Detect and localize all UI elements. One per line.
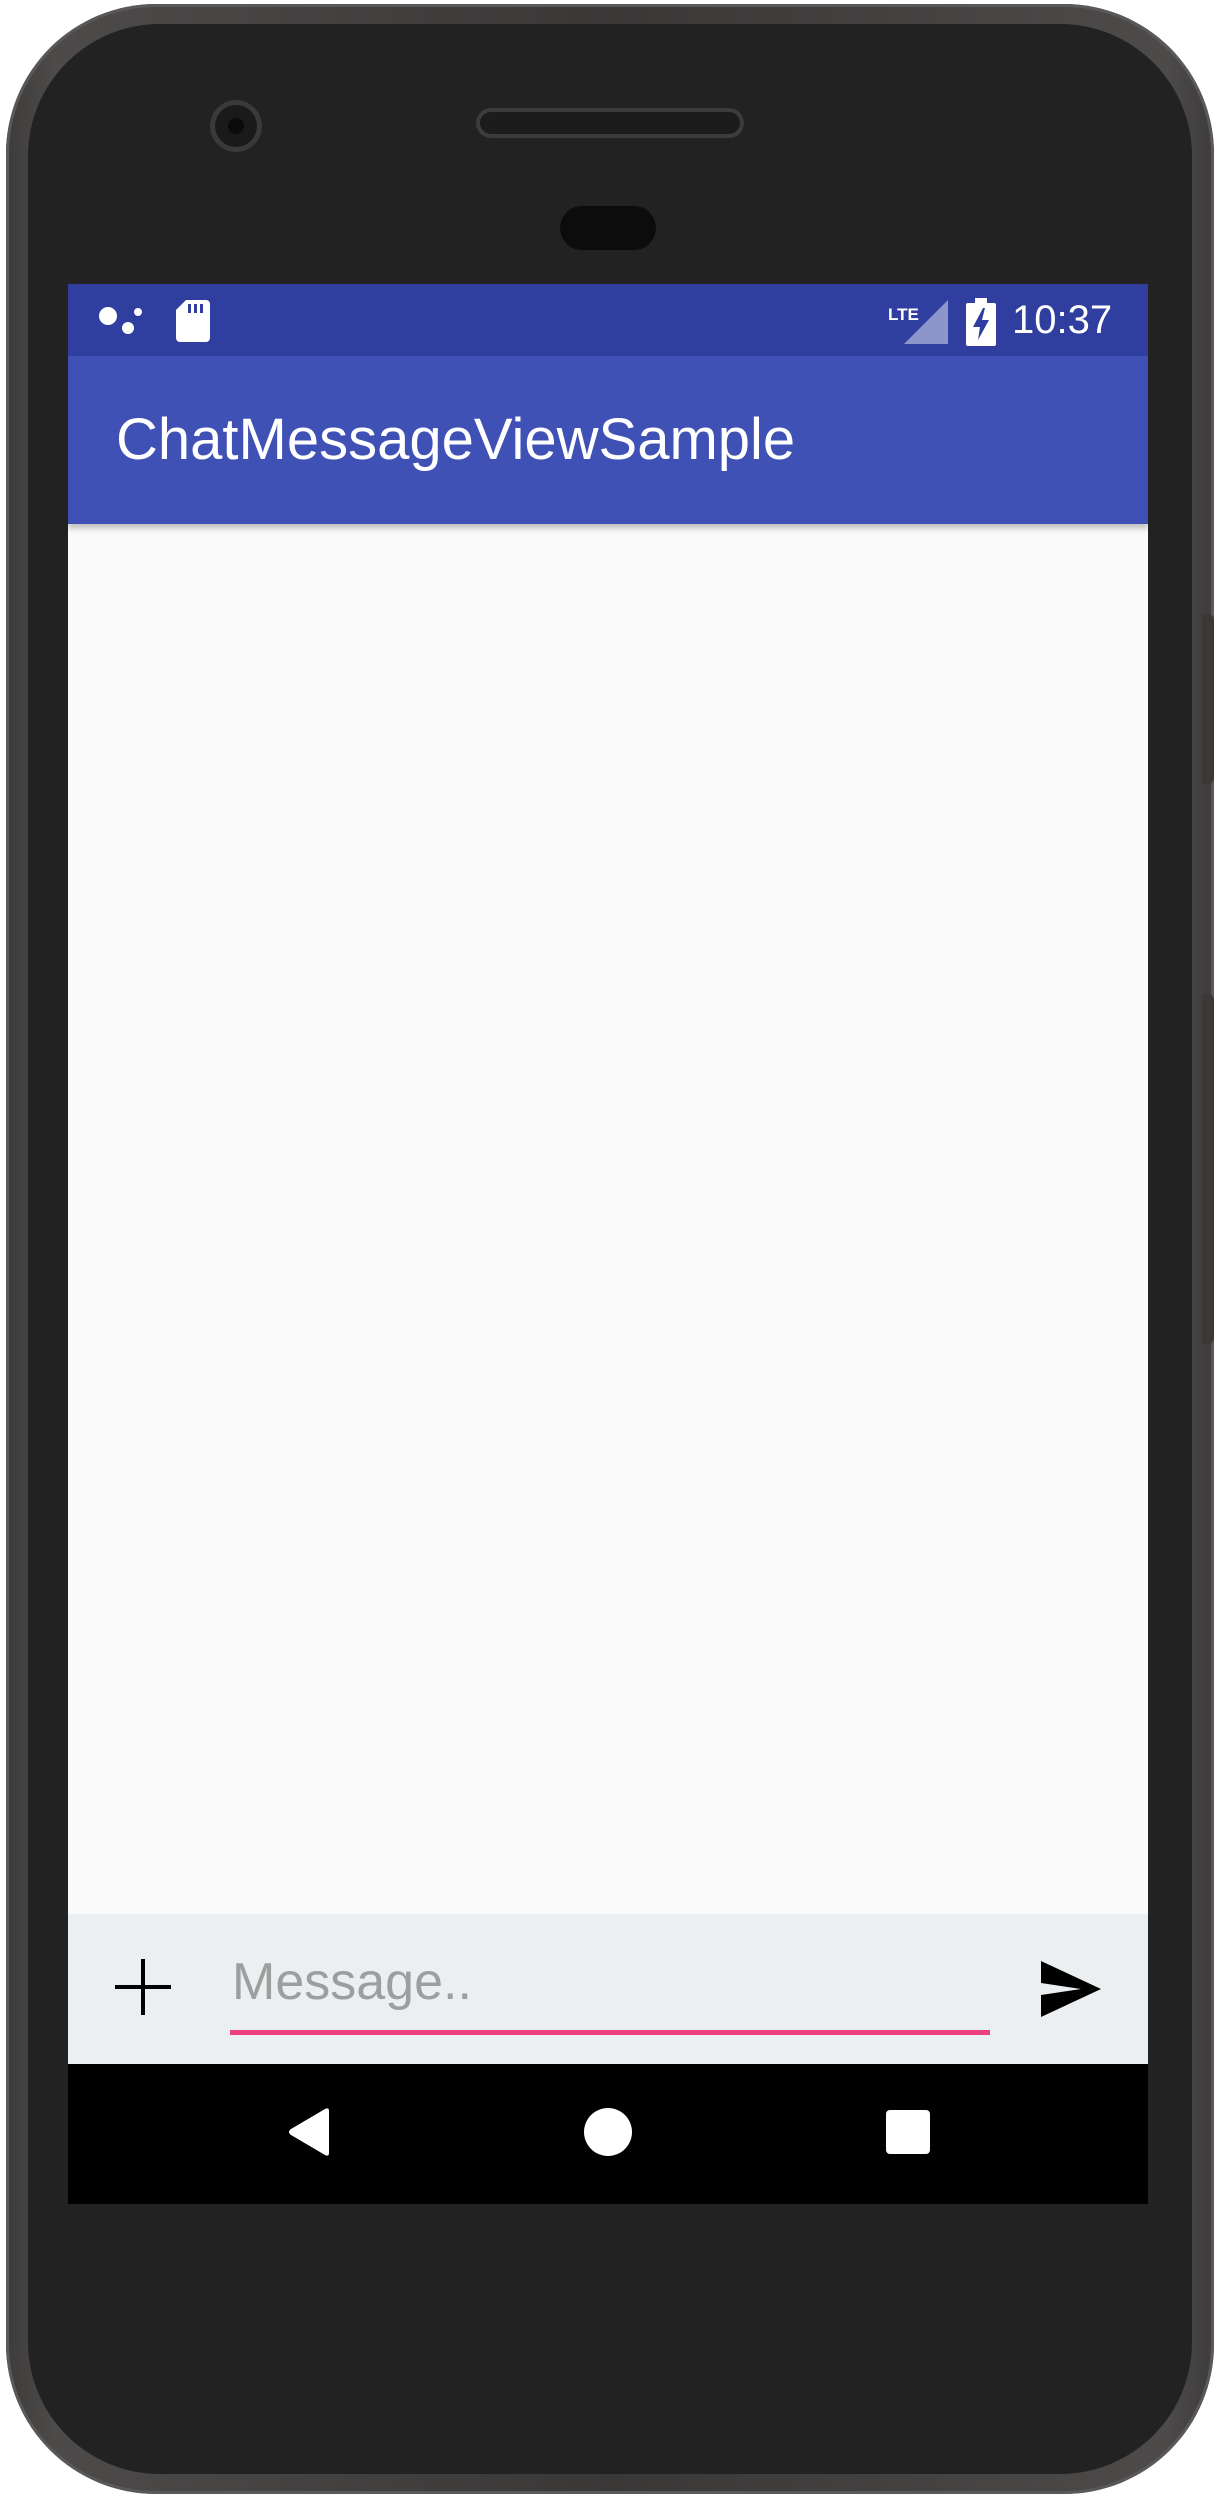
lte-label: LTE: [888, 305, 919, 324]
front-camera: [210, 100, 262, 152]
device-screen: LTE 10:37 ChatMessageViewSample: [68, 284, 1148, 2204]
back-icon: [287, 2107, 333, 2162]
battery-charging-icon: [966, 298, 996, 346]
assistant-icon: [98, 302, 148, 342]
plus-icon: [113, 1957, 173, 2022]
input-underline: [230, 2030, 990, 2035]
sd-card-icon: [176, 300, 210, 342]
recents-button[interactable]: [878, 2104, 938, 2164]
navigation-bar: [68, 2064, 1148, 2204]
back-button[interactable]: [280, 2104, 340, 2164]
app-bar: ChatMessageViewSample: [68, 356, 1148, 524]
proximity-sensor: [560, 206, 656, 250]
volume-button: [1202, 994, 1214, 1344]
status-bar: LTE 10:37: [68, 284, 1148, 356]
message-composer: [68, 1914, 1148, 2064]
power-button: [1202, 614, 1214, 784]
message-input[interactable]: [230, 1940, 990, 2024]
add-attachment-button[interactable]: [108, 1954, 178, 2024]
app-title: ChatMessageViewSample: [116, 407, 796, 472]
home-button[interactable]: [578, 2104, 638, 2164]
send-button[interactable]: [1036, 1958, 1106, 2024]
lte-signal-icon: LTE: [888, 298, 948, 346]
message-input-container: [230, 1940, 990, 2040]
send-icon: [1041, 1960, 1101, 2022]
status-time: 10:37: [1012, 298, 1113, 342]
message-list[interactable]: [68, 524, 1148, 1914]
earpiece-speaker: [476, 108, 744, 138]
home-icon: [583, 2107, 633, 2162]
recents-icon: [885, 2109, 931, 2160]
